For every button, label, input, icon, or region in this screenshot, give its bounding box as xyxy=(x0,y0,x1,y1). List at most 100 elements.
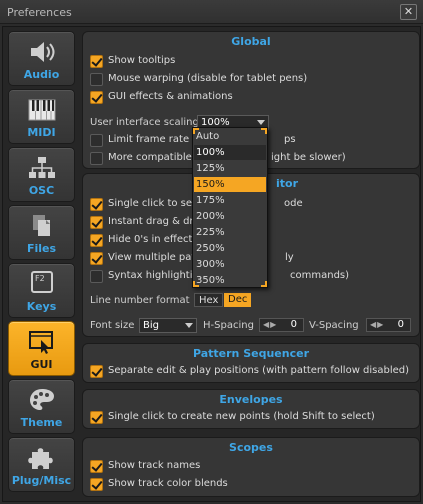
cursor-window-icon xyxy=(29,331,53,354)
puzzle-icon xyxy=(28,448,53,469)
option-label: Limit frame rate t xyxy=(108,134,197,145)
sidebar-item-audio[interactable]: Audio xyxy=(8,31,75,86)
scopes-group: Scopes Show track names Show track color… xyxy=(82,437,420,497)
option-label: Show track names xyxy=(108,460,201,471)
dropdown-option[interactable]: 225% xyxy=(194,225,266,240)
group-title: Global xyxy=(231,35,271,48)
option-label: Single click to set c xyxy=(108,198,205,209)
sidebar-item-plugmisc[interactable]: Plug/Misc xyxy=(8,437,75,492)
sidebar-item-label: Audio xyxy=(23,68,60,81)
sidebar-item-label: GUI xyxy=(30,358,53,371)
checkbox-checked[interactable] xyxy=(90,55,103,68)
font-size-label: Font size xyxy=(90,320,135,331)
window-title: Preferences xyxy=(7,6,72,19)
checkbox-checked[interactable] xyxy=(90,478,103,491)
ui-scaling-label: User interface scaling xyxy=(90,117,199,128)
pattern-sequencer-group: Pattern Sequencer Separate edit & play p… xyxy=(82,343,420,383)
focus-corner xyxy=(193,128,199,134)
dropdown-option[interactable]: 150% xyxy=(194,177,266,192)
piano-keys-icon xyxy=(28,99,56,121)
dropdown-option[interactable]: Auto xyxy=(194,129,266,144)
dropdown-option[interactable]: 250% xyxy=(194,241,266,256)
hex-option[interactable]: Hex xyxy=(194,293,224,307)
spinner-value: 0 xyxy=(397,319,404,330)
focus-corner xyxy=(261,281,267,287)
checkbox-checked[interactable] xyxy=(90,216,103,229)
option-label: Hide 0's in effect c xyxy=(108,234,202,245)
sidebar-item-gui[interactable]: GUI xyxy=(8,321,75,376)
vspacing-spinner[interactable]: ◀▶ 0 xyxy=(366,318,411,332)
close-icon: ✕ xyxy=(403,5,414,18)
focus-corner xyxy=(261,128,267,134)
sidebar-item-label: OSC xyxy=(28,184,55,197)
checkbox-checked[interactable] xyxy=(90,234,103,247)
envelopes-group: Envelopes Single click to create new poi… xyxy=(82,389,420,429)
group-title: itor xyxy=(276,177,299,190)
dropdown-option[interactable]: 100% xyxy=(194,145,266,160)
option-label: View multiple patt xyxy=(108,252,200,263)
group-title: Envelopes xyxy=(219,393,283,406)
line-number-format-label: Line number format xyxy=(90,295,190,306)
option-label-tail: ight be slower) xyxy=(271,152,346,163)
option-label: More compatible G xyxy=(108,152,203,163)
select-value: Big xyxy=(143,320,159,331)
sidebar-item-label: Theme xyxy=(20,416,63,429)
dropdown-option[interactable]: 300% xyxy=(194,257,266,272)
option-label-tail: ly xyxy=(285,252,294,263)
key-glyph: F2 xyxy=(35,274,45,283)
option-label: Instant drag & dro xyxy=(108,216,200,227)
sidebar-item-osc[interactable]: OSC xyxy=(8,147,75,202)
network-icon xyxy=(29,157,55,178)
hspacing-label: H-Spacing xyxy=(203,320,254,331)
dropdown-option[interactable]: 350% xyxy=(194,273,266,288)
sidebar-item-midi[interactable]: MIDI xyxy=(8,89,75,144)
chevron-down-icon xyxy=(257,120,265,125)
option-label: Separate edit & play positions (with pat… xyxy=(108,365,410,376)
group-title: Pattern Sequencer xyxy=(192,347,310,360)
sidebar-item-keys[interactable]: F2 Keys xyxy=(8,263,75,318)
option-label: Show track color blends xyxy=(108,478,228,489)
spinner-value: 0 xyxy=(290,319,297,330)
checkbox-checked[interactable] xyxy=(90,91,103,104)
palette-icon xyxy=(30,389,54,410)
dropdown-option[interactable]: 175% xyxy=(194,193,266,208)
left-right-arrows-icon: ◀▶ xyxy=(370,320,385,329)
checkbox-checked[interactable] xyxy=(90,252,103,265)
checkbox-checked[interactable] xyxy=(90,365,103,378)
keyboard-key-icon: F2 xyxy=(31,271,53,293)
sidebar-item-label: MIDI xyxy=(27,126,56,139)
checkbox-unchecked[interactable] xyxy=(90,134,103,147)
sidebar-item-label: Plug/Misc xyxy=(11,474,72,487)
ui-scaling-dropdown: Auto 100% 125% 150% 175% 200% 225% 250% … xyxy=(192,127,268,288)
dropdown-option[interactable]: 200% xyxy=(194,209,266,224)
group-title: Scopes xyxy=(229,441,273,454)
hspacing-spinner[interactable]: ◀▶ 0 xyxy=(259,318,304,332)
option-label: Single click to create new points (hold … xyxy=(108,411,375,422)
checkbox-checked[interactable] xyxy=(90,198,103,211)
dropdown-option[interactable]: 125% xyxy=(194,161,266,176)
checkbox-checked[interactable] xyxy=(90,411,103,424)
checkbox-unchecked[interactable] xyxy=(90,270,103,283)
speaker-icon xyxy=(31,42,55,62)
option-label: Syntax highlighting xyxy=(108,270,206,281)
files-icon xyxy=(33,215,50,236)
checkbox-unchecked[interactable] xyxy=(90,73,103,86)
dec-option[interactable]: Dec xyxy=(224,293,252,307)
sidebar-item-label: Keys xyxy=(26,300,57,313)
checkbox-checked[interactable] xyxy=(90,460,103,473)
checkbox-unchecked[interactable] xyxy=(90,152,103,165)
option-label-tail: ode xyxy=(284,198,303,209)
vspacing-label: V-Spacing xyxy=(309,320,359,331)
focus-corner xyxy=(193,281,199,287)
option-label-tail: ps xyxy=(284,134,296,145)
chevron-down-icon xyxy=(185,323,193,328)
close-button[interactable]: ✕ xyxy=(400,4,417,20)
sidebar-item-label: Files xyxy=(26,242,57,255)
left-right-arrows-icon: ◀▶ xyxy=(263,320,278,329)
sidebar-item-files[interactable]: Files xyxy=(8,205,75,260)
title-bar: Preferences ✕ xyxy=(0,0,423,24)
font-size-select[interactable]: Big xyxy=(139,318,197,333)
option-label: Mouse warping (disable for tablet pens) xyxy=(108,73,308,84)
sidebar-item-theme[interactable]: Theme xyxy=(8,379,75,434)
option-label: GUI effects & animations xyxy=(108,91,233,102)
